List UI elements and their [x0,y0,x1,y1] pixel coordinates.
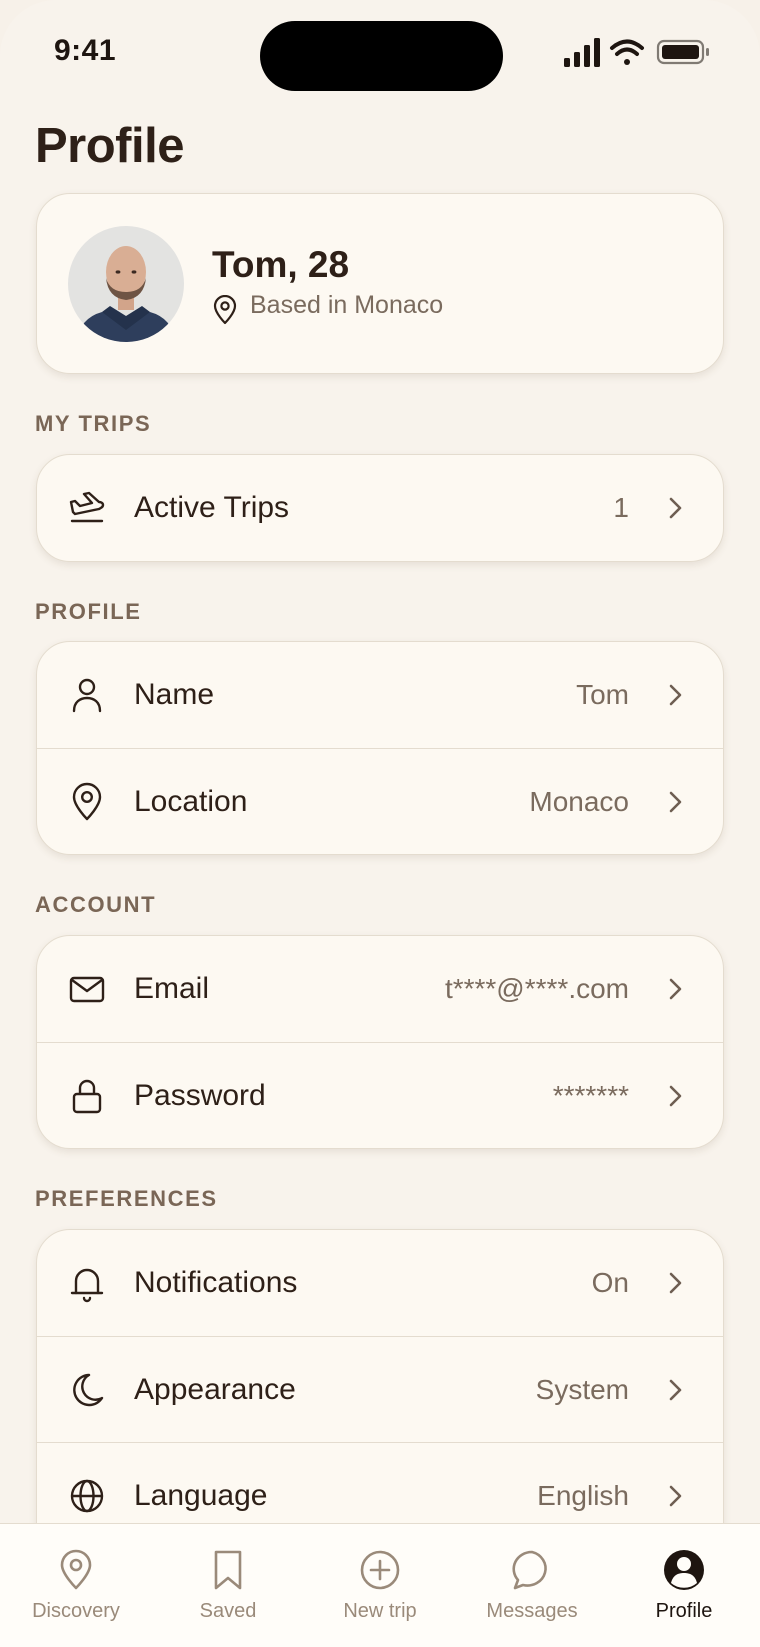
notifications-label: Notifications [134,1266,298,1299]
chevron-right-icon [669,1379,682,1401]
tab-discovery[interactable]: Discovery [0,1524,152,1647]
chevron-right-icon [669,497,682,519]
my-trips-card: Active Trips 1 [36,454,724,562]
location-row[interactable]: Location Monaco [37,748,723,854]
bell-icon [70,1268,104,1303]
battery-icon [656,39,709,65]
bottom-tab-bar: Discovery Saved New trip Messages Profil… [0,1523,760,1647]
name-value: Tom [576,679,629,710]
chevron-right-icon [669,1272,682,1294]
user-name-age: Tom, 28 [212,244,350,285]
chevron-right-icon [669,684,682,706]
lock-icon [72,1079,102,1114]
preferences-card: Notifications On Appearance System Langu… [36,1229,724,1559]
tab-saved[interactable]: Saved [152,1524,304,1647]
password-value: ******* [552,1080,629,1111]
status-time: 9:41 [54,34,117,67]
profile-summary-card[interactable]: Tom, 28 Based in Monaco [36,193,724,374]
avatar [68,226,184,342]
password-row[interactable]: Password ******* [37,1042,723,1148]
profile-screen: 9:41 Profile Tom, 28 Based in Monaco MY … [0,0,760,1647]
appearance-row[interactable]: Appearance System [37,1336,723,1442]
notifications-row[interactable]: Notifications On [37,1230,723,1336]
tab-new-trip[interactable]: New trip [304,1524,456,1647]
person-icon [72,678,102,713]
email-value: t****@****.com [444,973,629,1004]
tab-profile[interactable]: Profile [608,1524,760,1647]
profile-icon [664,1550,704,1590]
moon-icon [73,1373,104,1407]
active-trips-count: 1 [613,492,629,523]
section-label-account: ACCOUNT [35,892,157,917]
tab-label: Discovery [32,1600,120,1622]
active-trips-label: Active Trips [134,491,290,524]
map-pin-icon [72,782,102,821]
appearance-value: System [535,1374,629,1405]
tab-label: New trip [343,1600,417,1622]
section-label-my-trips: MY TRIPS [35,411,152,436]
chevron-right-icon [669,978,682,1000]
map-pin-icon [213,295,237,325]
profile-settings-card: Name Tom Location Monaco [36,641,724,855]
tab-messages[interactable]: Messages [456,1524,608,1647]
account-settings-card: Email t****@****.com Password ******* [36,935,724,1149]
map-pin-icon [60,1549,92,1590]
location-value: Monaco [529,786,629,817]
language-label: Language [134,1479,268,1512]
appearance-label: Appearance [134,1373,296,1406]
tab-label: Messages [486,1600,578,1622]
chevron-right-icon [669,1485,682,1507]
chevron-right-icon [669,791,682,813]
wifi-icon [610,39,644,65]
user-location: Based in Monaco [250,291,444,319]
status-indicators [564,38,709,67]
dynamic-island [260,21,503,91]
section-label-preferences: PREFERENCES [35,1186,218,1211]
plane-takeoff-icon [69,491,105,523]
envelope-icon [69,976,105,1003]
status-bar: 9:41 [0,0,760,110]
page-title: Profile [35,119,184,173]
section-label-profile: PROFILE [35,599,142,624]
plus-circle-icon [360,1550,400,1590]
name-label: Name [134,678,215,711]
notifications-value: On [591,1267,629,1298]
email-label: Email [134,972,210,1005]
language-value: English [537,1480,629,1511]
name-row[interactable]: Name Tom [37,642,723,748]
globe-icon [70,1479,104,1513]
location-label: Location [134,785,248,818]
chevron-right-icon [669,1085,682,1107]
chat-bubble-icon [512,1550,547,1590]
tab-label: Profile [655,1600,713,1622]
password-label: Password [134,1079,266,1112]
tab-label: Saved [199,1600,257,1622]
active-trips-row[interactable]: Active Trips 1 [37,455,723,561]
email-row[interactable]: Email t****@****.com [37,936,723,1042]
cellular-signal-icon [564,38,600,67]
bookmark-icon [214,1550,242,1590]
